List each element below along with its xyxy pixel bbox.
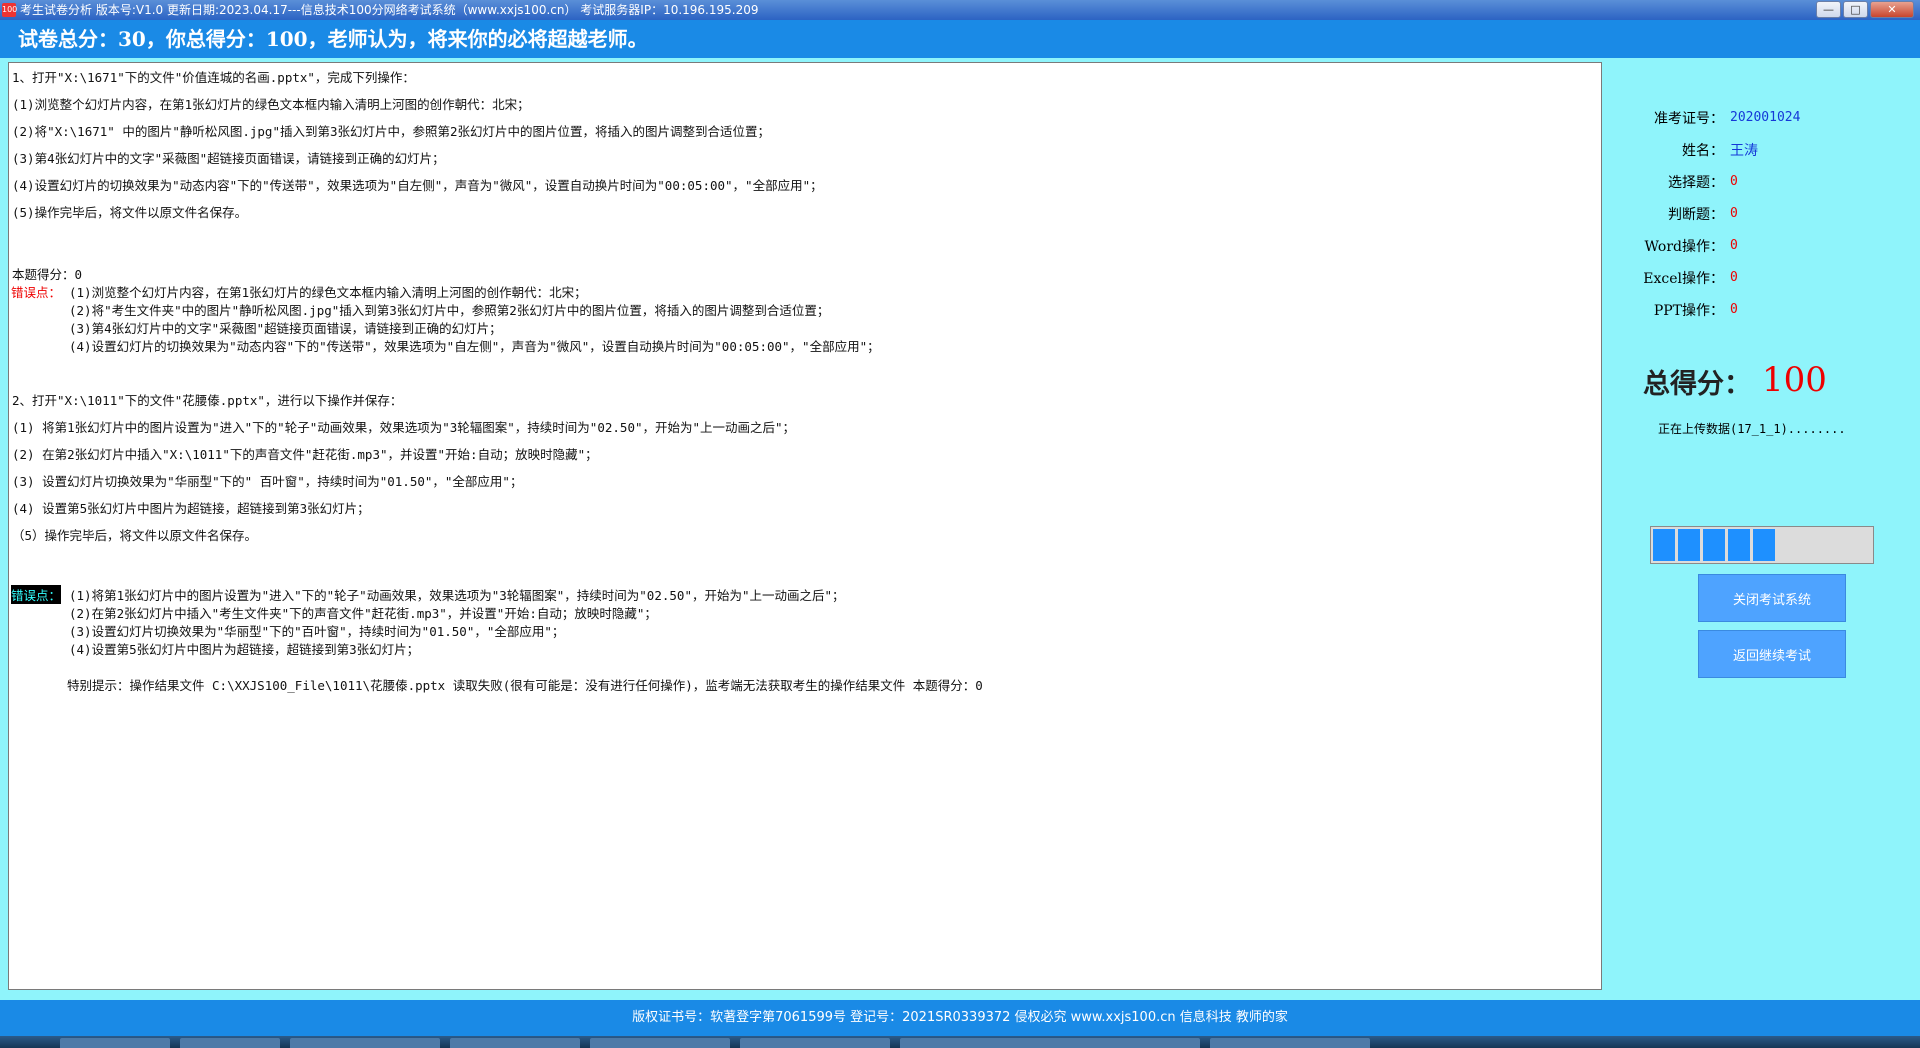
question-2-step: （5）操作完毕后，将文件以原文件名保存。 bbox=[12, 528, 258, 543]
question-2-error: (2)在第2张幻灯片中插入"考生文件夹"下的声音文件"赶花街.mp3"，并设置"… bbox=[69, 606, 657, 621]
close-window-button[interactable]: ✕ bbox=[1870, 1, 1914, 18]
total-score-value: 100 bbox=[1762, 360, 1827, 400]
progress-segment bbox=[1653, 529, 1675, 561]
excel-label: Excel操作： bbox=[1643, 271, 1724, 287]
app-icon: 100 bbox=[2, 3, 17, 17]
name-value: 王涛 bbox=[1730, 143, 1758, 159]
choice-label: 选择题： bbox=[1668, 175, 1724, 191]
taskbar-item[interactable] bbox=[450, 1038, 580, 1048]
question-2-step: (1) 将第1张幻灯片中的图片设置为"进入"下的"轮子"动画效果，效果选项为"3… bbox=[12, 420, 796, 435]
taskbar[interactable] bbox=[0, 1036, 1920, 1048]
taskbar-item[interactable] bbox=[740, 1038, 890, 1048]
question-2-error: (4)设置第5张幻灯片中图片为超链接，超链接到第3张幻灯片； bbox=[69, 642, 420, 657]
window-title-bar[interactable]: 100 考生试卷分析 版本号:V1.0 更新日期:2023.04.17---信息… bbox=[0, 0, 1920, 20]
question-2-step: (4) 设置第5张幻灯片中图片为超链接，超链接到第3张幻灯片； bbox=[12, 501, 370, 516]
window-title: 考生试卷分析 版本号:V1.0 更新日期:2023.04.17---信息技术10… bbox=[20, 3, 759, 17]
question-1-header: 1、打开"X:\1671"下的文件"价值连城的名画.pptx"，完成下列操作： bbox=[12, 70, 415, 85]
excel-value: 0 bbox=[1730, 270, 1738, 285]
judge-value: 0 bbox=[1730, 206, 1738, 221]
exam-id-value: 202001024 bbox=[1730, 110, 1801, 125]
question-2-error: (3)设置幻灯片切换效果为"华丽型"下的"百叶窗"，持续时间为"01.50"，"… bbox=[69, 624, 565, 639]
taskbar-item[interactable] bbox=[60, 1038, 170, 1048]
question-2-error: (1)将第1张幻灯片中的图片设置为"进入"下的"轮子"动画效果，效果选项为"3轮… bbox=[69, 588, 845, 603]
upload-progress-bar bbox=[1650, 526, 1874, 564]
special-note: 特别提示：操作结果文件 C:\XXJS100_File\1011\花腰傣.ppt… bbox=[67, 678, 983, 693]
name-label: 姓名： bbox=[1682, 143, 1724, 159]
question-2-step: (2) 在第2张幻灯片中插入"X:\1011"下的声音文件"赶花街.mp3"，并… bbox=[12, 447, 598, 462]
progress-segment bbox=[1703, 529, 1725, 561]
question-1-error: (4)设置幻灯片的切换效果为"动态内容"下的"传送带"，效果选项为"自左侧"，声… bbox=[69, 339, 880, 354]
minimize-button[interactable]: — bbox=[1816, 1, 1841, 18]
question-2-error-label: 错误点： bbox=[11, 585, 62, 604]
progress-segment bbox=[1728, 529, 1750, 561]
taskbar-item[interactable] bbox=[900, 1038, 1200, 1048]
question-2-step: (3) 设置幻灯片切换效果为"华丽型"下的" 百叶窗"，持续时间为"01.50"… bbox=[12, 474, 523, 489]
ppt-value: 0 bbox=[1730, 302, 1738, 317]
exam-id-label: 准考证号： bbox=[1654, 111, 1724, 127]
question-2-header: 2、打开"X:\1011"下的文件"花腰傣.pptx"，进行以下操作并保存： bbox=[12, 393, 403, 408]
return-exam-button[interactable]: 返回继续考试 bbox=[1698, 630, 1846, 678]
taskbar-item[interactable] bbox=[290, 1038, 440, 1048]
judge-label: 判断题： bbox=[1668, 207, 1724, 223]
taskbar-item[interactable] bbox=[180, 1038, 280, 1048]
taskbar-item[interactable] bbox=[1210, 1038, 1370, 1048]
analysis-text-panel[interactable]: 1、打开"X:\1671"下的文件"价值连城的名画.pptx"，完成下列操作： … bbox=[8, 62, 1602, 990]
score-banner: 试卷总分：30，你总得分：100，老师认为，将来你的必将超越老师。 bbox=[0, 20, 1920, 58]
total-score-label: 总得分： bbox=[1643, 369, 1751, 400]
word-value: 0 bbox=[1730, 238, 1738, 253]
maximize-button[interactable]: □ bbox=[1843, 1, 1868, 18]
taskbar-item[interactable] bbox=[590, 1038, 730, 1048]
progress-segment bbox=[1678, 529, 1700, 561]
ppt-label: PPT操作： bbox=[1653, 303, 1724, 319]
question-1-error: (3)第4张幻灯片中的文字"采薇图"超链接页面错误，请链接到正确的幻灯片； bbox=[69, 321, 502, 336]
progress-segment bbox=[1753, 529, 1775, 561]
choice-value: 0 bbox=[1730, 174, 1738, 189]
word-label: Word操作： bbox=[1644, 239, 1724, 255]
copyright-footer: 版权证书号：软著登字第7061599号 登记号：2021SR0339372 侵权… bbox=[0, 1000, 1920, 1036]
upload-status: 正在上传数据(17_1_1)........ bbox=[1658, 422, 1846, 436]
close-exam-button[interactable]: 关闭考试系统 bbox=[1698, 574, 1846, 622]
